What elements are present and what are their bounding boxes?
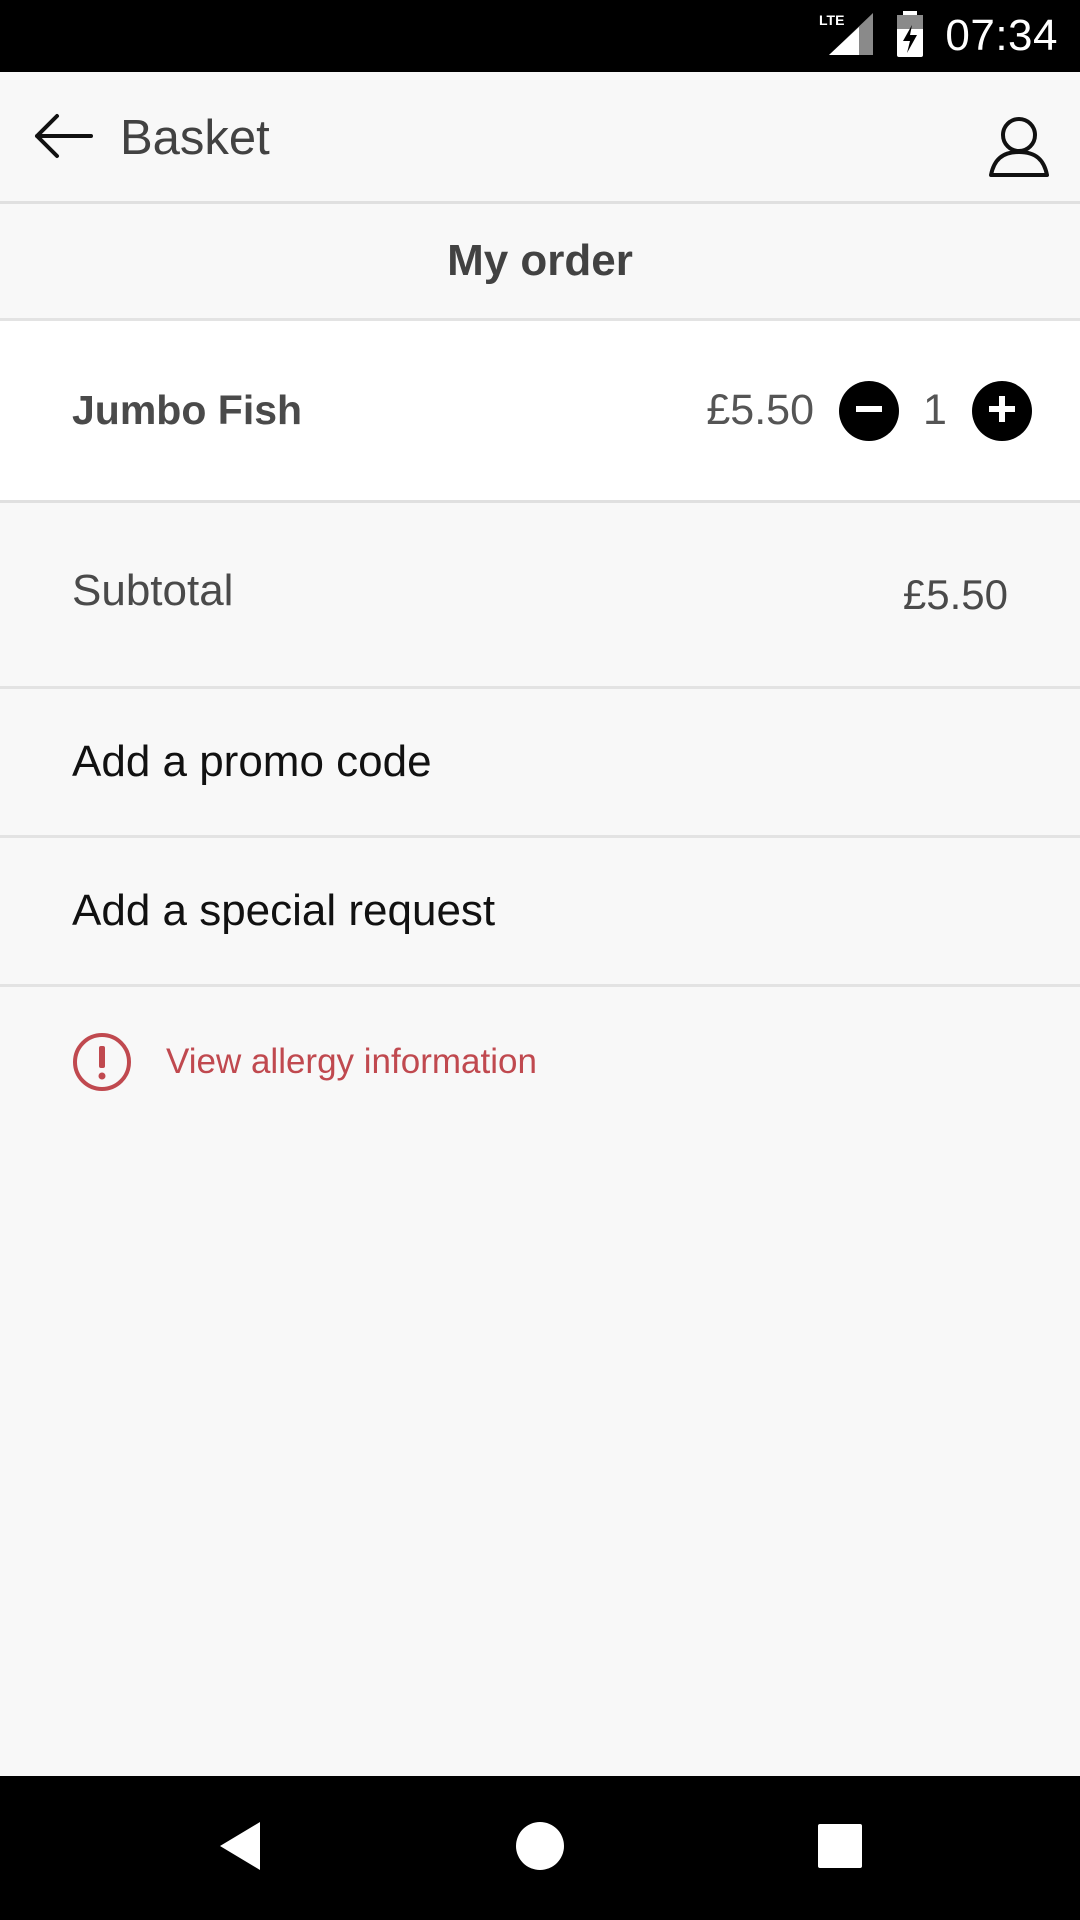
subtotal-label: Subtotal [72, 566, 234, 615]
status-bar: LTE 07:34 [0, 0, 1080, 72]
nav-home-button[interactable] [504, 1812, 576, 1884]
alert-circle-icon [72, 1032, 132, 1092]
circle-home-icon [515, 1821, 565, 1876]
allergy-information-link[interactable]: View allergy information [72, 1030, 537, 1094]
item-price: £5.50 [706, 386, 814, 434]
svg-text:LTE: LTE [819, 12, 844, 28]
add-promo-code-row[interactable]: Add a promo code [0, 689, 1080, 838]
back-button[interactable] [28, 102, 100, 174]
app-bar: Basket [0, 72, 1080, 204]
section-header-my-order: My order [0, 204, 1080, 321]
minus-icon [854, 394, 884, 429]
nav-recents-button[interactable] [804, 1812, 876, 1884]
subtotal-row: Subtotal £5.50 [0, 503, 1080, 689]
lte-signal-icon: LTE [817, 11, 875, 62]
person-icon [988, 116, 1050, 183]
arrow-left-icon [33, 112, 95, 165]
order-item-row: Jumbo Fish £5.50 1 [0, 321, 1080, 503]
subtotal-value: £5.50 [902, 571, 1008, 618]
item-name: Jumbo Fish [72, 387, 303, 433]
system-navigation-bar [0, 1776, 1080, 1920]
battery-icon [895, 10, 925, 62]
account-button[interactable] [984, 114, 1054, 184]
promo-code-label: Add a promo code [72, 737, 432, 786]
decrease-quantity-button[interactable] [839, 381, 899, 441]
section-title: My order [447, 236, 633, 285]
status-time: 07:34 [945, 11, 1058, 60]
add-special-request-row[interactable]: Add a special request [0, 838, 1080, 987]
increase-quantity-button[interactable] [972, 381, 1032, 441]
status-indicators: LTE 07:34 [817, 0, 1058, 72]
allergy-information-label: View allergy information [166, 1042, 537, 1081]
page-title: Basket [120, 111, 270, 165]
square-recents-icon [817, 1823, 863, 1874]
nav-back-button[interactable] [204, 1812, 276, 1884]
plus-icon [987, 394, 1017, 429]
special-request-label: Add a special request [72, 886, 496, 935]
triangle-back-icon [216, 1820, 264, 1877]
item-quantity: 1 [923, 386, 947, 434]
